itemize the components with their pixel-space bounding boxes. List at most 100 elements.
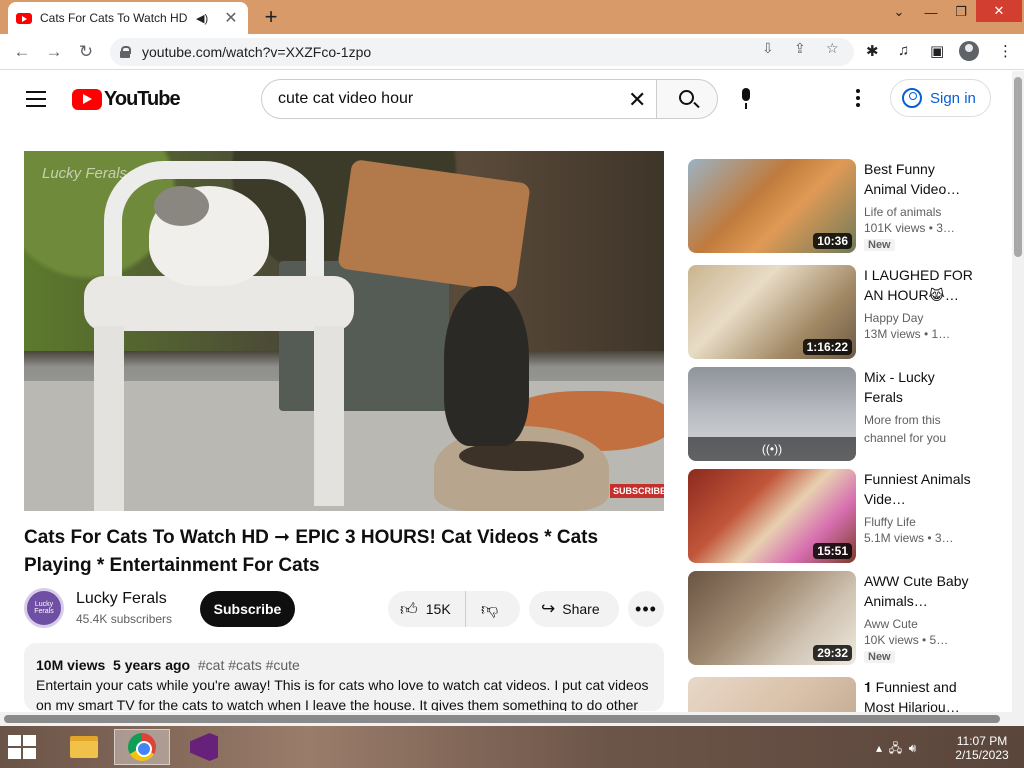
close-window-button[interactable]: ✕ <box>976 0 1022 22</box>
dislike-button[interactable]: 👎︎ <box>466 599 498 620</box>
video-duration: 1:16:22 <box>802 339 852 355</box>
related-video[interactable]: 15:51 Funniest Animals Vide… Fluffy Life… <box>688 469 988 563</box>
sign-in-button[interactable]: Sign in <box>890 79 991 117</box>
video-subscribe-watermark[interactable]: SUBSCRIBE <box>610 484 664 498</box>
tab-strip: Cats For Cats To Watch HD ~ ◀) ✕ + ⌄ — ❐… <box>0 0 1024 34</box>
related-channel[interactable]: Aww Cute <box>864 615 974 633</box>
related-thumbnail[interactable]: ((•)) <box>688 367 856 461</box>
hashtags[interactable]: #cat #cats #cute <box>198 657 300 673</box>
account-icon <box>902 88 922 108</box>
related-video[interactable]: 1:16:22 I LAUGHED FOR AN HOUR😹… Happy Da… <box>688 265 988 359</box>
clock-time: 11:07 PM <box>956 734 1008 748</box>
clock-date: 2/15/2023 <box>955 748 1009 762</box>
youtube-play-icon <box>72 89 102 110</box>
tab-search-icon[interactable]: ⌄ <box>884 0 914 24</box>
description-meta: 10M views 5 years ago #cat #cats #cute <box>36 655 652 675</box>
chrome-menu-icon[interactable]: ⋮ <box>998 42 1013 60</box>
system-tray[interactable]: ▴ 🖧 🔊︎ <box>876 739 916 760</box>
restore-button[interactable]: ❐ <box>946 0 976 24</box>
youtube-header: YouTube cute cat video hour ✕ Sign in <box>0 71 1010 127</box>
related-title[interactable]: I LAUGHED FOR AN HOUR😹… <box>864 265 974 305</box>
related-title[interactable]: Best Funny Animal Video… <box>864 159 974 199</box>
related-thumbnail[interactable]: 1:16:22 <box>688 265 856 359</box>
tab-close-icon[interactable]: ✕ <box>222 8 240 28</box>
new-badge: New <box>864 239 895 251</box>
related-channel[interactable]: Happy Day <box>864 309 974 327</box>
related-views: 101K views • 3… <box>864 221 955 235</box>
side-panel-icon[interactable]: ▣ <box>930 42 944 60</box>
more-actions-button[interactable]: ••• <box>628 591 664 627</box>
sign-in-label: Sign in <box>930 89 976 107</box>
horizontal-scroll-thumb[interactable] <box>4 715 1000 723</box>
settings-kebab-icon[interactable] <box>856 89 860 110</box>
bookmark-star-icon[interactable]: ☆ <box>826 40 839 57</box>
vertical-scroll-thumb[interactable] <box>1014 77 1022 257</box>
search-button[interactable] <box>656 79 718 119</box>
url-text[interactable]: youtube.com/watch?v=XXZFco-1zpo <box>142 44 371 60</box>
video-title: Cats For Cats To Watch HD ➞ EPIC 3 HOURS… <box>24 527 599 576</box>
related-video[interactable]: ((•)) Mix - Lucky Ferals More from this … <box>688 367 988 461</box>
address-bar[interactable]: youtube.com/watch?v=XXZFco-1zpo <box>110 38 854 66</box>
share-page-icon[interactable]: ⇪ <box>794 40 806 57</box>
related-thumbnail[interactable]: 10:36 <box>688 159 856 253</box>
share-arrow-icon: ↪ <box>541 599 556 618</box>
related-video[interactable]: 10:36 Best Funny Animal Video… Life of a… <box>688 159 988 253</box>
windows-start-icon[interactable] <box>8 735 36 759</box>
horizontal-scrollbar[interactable] <box>0 712 1012 726</box>
install-app-icon[interactable]: ⇩ <box>762 40 774 57</box>
vertical-scrollbar[interactable] <box>1012 71 1024 726</box>
new-badge: New <box>864 651 895 663</box>
related-thumbnail[interactable]: 29:32 <box>688 571 856 665</box>
related-video[interactable]: 𝟏 Funniest and Most Hilariou… <box>688 677 988 712</box>
thumbs-down-icon: 👎︎ <box>481 599 499 619</box>
forward-icon[interactable]: → <box>42 40 66 64</box>
like-button[interactable]: 👍︎ 15K <box>388 591 466 627</box>
share-button[interactable]: ↪ Share <box>529 591 619 627</box>
video-duration: 10:36 <box>813 233 852 249</box>
channel-name[interactable]: Lucky Ferals <box>76 590 167 608</box>
related-video[interactable]: 29:32 AWW Cute Baby Animals… Aww Cute 10… <box>688 571 988 665</box>
reload-icon[interactable]: ↻ <box>74 40 98 64</box>
channel-avatar[interactable]: Lucky Ferals <box>24 588 64 628</box>
related-channel[interactable]: Fluffy Life <box>864 513 974 531</box>
profile-icon[interactable] <box>959 41 979 61</box>
back-icon[interactable]: ← <box>10 40 34 64</box>
related-title[interactable]: AWW Cute Baby Animals… <box>864 571 974 611</box>
related-title[interactable]: Funniest Animals Vide… <box>864 469 974 509</box>
search-input[interactable]: cute cat video hour <box>261 79 657 119</box>
visual-studio-taskbar-button[interactable] <box>176 729 232 765</box>
minimize-button[interactable]: — <box>916 0 946 24</box>
description-box[interactable]: 10M views 5 years ago #cat #cats #cute E… <box>24 643 664 711</box>
related-thumbnail[interactable] <box>688 677 856 712</box>
related-title[interactable]: 𝟏 Funniest and Most Hilariou… <box>864 677 974 712</box>
browser-tab[interactable]: Cats For Cats To Watch HD ~ ◀) ✕ <box>8 2 248 34</box>
channel-avatar-text: Lucky Ferals <box>34 601 54 615</box>
video-duration: 29:32 <box>813 645 852 661</box>
file-explorer-taskbar-button[interactable] <box>56 729 112 765</box>
browser-toolbar: ← → ↻ youtube.com/watch?v=XXZFco-1zpo ⇩ … <box>0 34 1024 70</box>
menu-icon[interactable] <box>26 91 46 107</box>
media-control-icon[interactable]: ♫ <box>898 42 909 59</box>
new-tab-button[interactable]: + <box>259 4 283 30</box>
related-views: 5.1M views • 3… <box>864 531 954 545</box>
extensions-icon[interactable]: ✱ <box>866 42 879 60</box>
clear-search-icon[interactable]: ✕ <box>628 87 646 113</box>
chrome-taskbar-button[interactable] <box>114 729 170 765</box>
subscriber-count: 45.4K subscribers <box>76 612 173 626</box>
related-title[interactable]: Mix - Lucky Ferals <box>864 367 974 407</box>
video-frame-cat-white <box>149 186 269 286</box>
speaker-icon[interactable]: ◀) <box>196 12 208 25</box>
related-thumbnail[interactable]: 15:51 <box>688 469 856 563</box>
taskbar-clock[interactable]: 11:07 PM 2/15/2023 <box>952 734 1012 762</box>
windows-taskbar: ▴ 🖧 🔊︎ 11:07 PM 2/15/2023 <box>0 726 1024 768</box>
youtube-wordmark: YouTube <box>104 88 181 110</box>
tab-title: Cats For Cats To Watch HD ~ <box>40 11 190 25</box>
lock-icon[interactable] <box>120 46 131 58</box>
like-dislike-group: 👍︎ 15K 👎︎ <box>388 591 520 627</box>
video-frame-cat-tabby <box>444 286 529 446</box>
youtube-logo[interactable]: YouTube <box>72 88 181 111</box>
voice-search-icon[interactable] <box>739 88 753 110</box>
related-channel[interactable]: Life of animals <box>864 203 974 221</box>
subscribe-button[interactable]: Subscribe <box>200 591 295 627</box>
video-player[interactable]: Lucky Ferals SUBSCRIBE <box>24 151 664 511</box>
